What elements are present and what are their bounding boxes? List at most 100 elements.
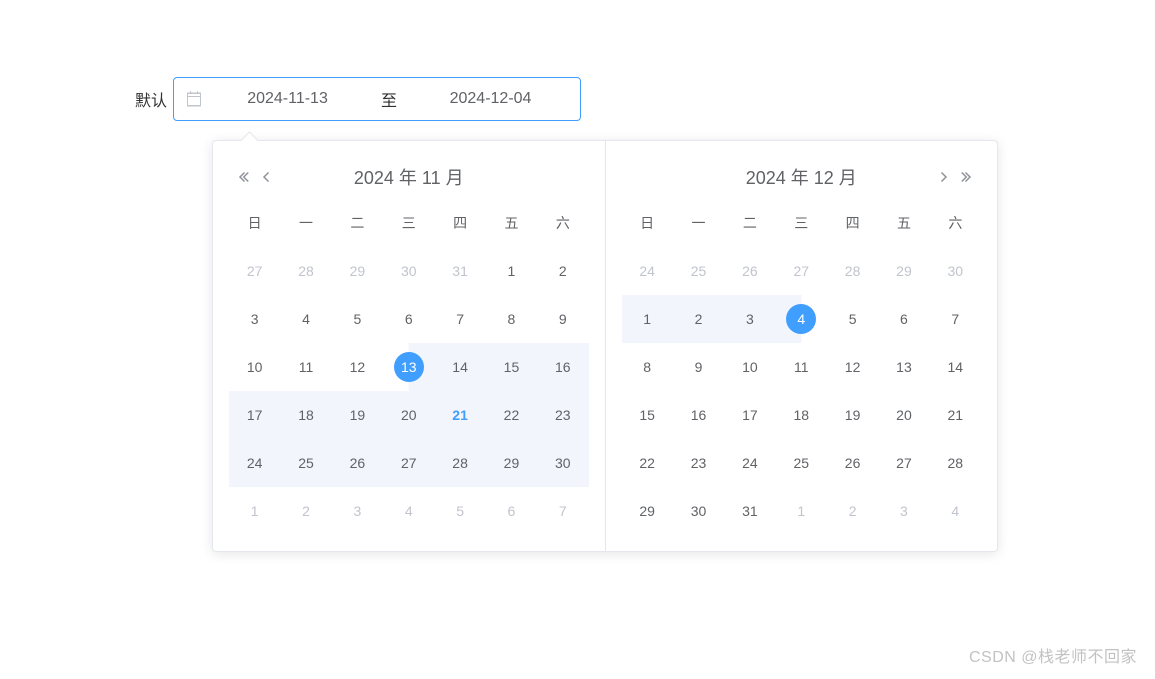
day-number: 12 [838,352,868,382]
day-cell[interactable]: 8 [486,295,537,343]
day-cell[interactable]: 20 [383,391,434,439]
day-cell[interactable]: 29 [486,439,537,487]
day-cell[interactable]: 3 [332,487,383,535]
day-cell[interactable]: 27 [878,439,929,487]
day-cell[interactable]: 19 [827,391,878,439]
day-cell[interactable]: 24 [724,439,775,487]
start-date-input[interactable] [210,90,365,108]
day-cell[interactable]: 5 [827,295,878,343]
day-cell[interactable]: 12 [332,343,383,391]
day-cell[interactable]: 26 [827,439,878,487]
day-cell[interactable]: 29 [622,487,673,535]
day-cell[interactable]: 2 [673,295,724,343]
day-cell[interactable]: 23 [673,439,724,487]
day-cell[interactable]: 31 [724,487,775,535]
day-number: 26 [838,448,868,478]
day-cell[interactable]: 4 [383,487,434,535]
day-cell[interactable]: 17 [229,391,280,439]
day-cell[interactable]: 18 [280,391,331,439]
day-cell[interactable]: 20 [878,391,929,439]
day-cell[interactable]: 3 [229,295,280,343]
day-cell[interactable]: 4 [280,295,331,343]
day-cell[interactable]: 21 [434,391,485,439]
day-cell[interactable]: 4 [776,295,827,343]
day-number: 10 [735,352,765,382]
next-month-button[interactable] [933,167,953,187]
day-cell[interactable]: 22 [486,391,537,439]
day-cell[interactable]: 28 [930,439,981,487]
day-cell[interactable]: 28 [280,247,331,295]
day-cell[interactable]: 21 [930,391,981,439]
day-cell[interactable]: 7 [434,295,485,343]
day-cell[interactable]: 31 [434,247,485,295]
day-cell[interactable]: 19 [332,391,383,439]
day-cell[interactable]: 14 [434,343,485,391]
day-cell[interactable]: 28 [434,439,485,487]
day-cell[interactable]: 13 [383,343,434,391]
day-cell[interactable]: 29 [878,247,929,295]
day-cell[interactable]: 9 [537,295,588,343]
day-cell[interactable]: 28 [827,247,878,295]
day-cell[interactable]: 3 [724,295,775,343]
day-cell[interactable]: 1 [486,247,537,295]
end-date-input[interactable] [413,90,568,108]
day-cell[interactable]: 18 [776,391,827,439]
date-range-input[interactable]: 至 [173,77,581,121]
day-cell[interactable]: 30 [673,487,724,535]
day-cell[interactable]: 16 [537,343,588,391]
day-cell[interactable]: 17 [724,391,775,439]
day-cell[interactable]: 16 [673,391,724,439]
day-cell[interactable]: 3 [878,487,929,535]
day-cell[interactable]: 2 [827,487,878,535]
next-year-button[interactable] [957,167,977,187]
day-cell[interactable]: 6 [383,295,434,343]
day-cell[interactable]: 26 [332,439,383,487]
day-cell[interactable]: 14 [930,343,981,391]
day-cell[interactable]: 1 [776,487,827,535]
day-cell[interactable]: 27 [229,247,280,295]
day-number: 20 [394,400,424,430]
day-cell[interactable]: 4 [930,487,981,535]
day-cell[interactable]: 1 [622,295,673,343]
date-range-field: 默认 至 [135,77,581,121]
day-cell[interactable]: 13 [878,343,929,391]
day-cell[interactable]: 22 [622,439,673,487]
weekday-label: 一 [280,205,331,241]
day-cell[interactable]: 25 [280,439,331,487]
day-cell[interactable]: 5 [332,295,383,343]
day-cell[interactable]: 2 [280,487,331,535]
day-cell[interactable]: 26 [724,247,775,295]
day-number: 1 [496,256,526,286]
day-cell[interactable]: 6 [486,487,537,535]
day-cell[interactable]: 27 [383,439,434,487]
day-cell[interactable]: 23 [537,391,588,439]
day-cell[interactable]: 27 [776,247,827,295]
prev-month-button[interactable] [257,167,277,187]
day-cell[interactable]: 6 [878,295,929,343]
day-cell[interactable]: 29 [332,247,383,295]
day-cell[interactable]: 15 [622,391,673,439]
day-cell[interactable]: 8 [622,343,673,391]
day-cell[interactable]: 30 [383,247,434,295]
day-cell[interactable]: 10 [724,343,775,391]
day-cell[interactable]: 5 [434,487,485,535]
day-cell[interactable]: 15 [486,343,537,391]
day-cell[interactable]: 12 [827,343,878,391]
day-cell[interactable]: 25 [673,247,724,295]
day-cell[interactable]: 7 [537,487,588,535]
day-cell[interactable]: 25 [776,439,827,487]
day-cell[interactable]: 9 [673,343,724,391]
day-number: 28 [940,448,970,478]
day-cell[interactable]: 1 [229,487,280,535]
day-cell[interactable]: 7 [930,295,981,343]
day-cell[interactable]: 2 [537,247,588,295]
day-cell[interactable]: 11 [776,343,827,391]
prev-year-button[interactable] [233,167,253,187]
day-cell[interactable]: 11 [280,343,331,391]
day-cell[interactable]: 10 [229,343,280,391]
day-number: 7 [548,496,578,526]
day-cell[interactable]: 24 [229,439,280,487]
day-cell[interactable]: 24 [622,247,673,295]
day-cell[interactable]: 30 [537,439,588,487]
day-cell[interactable]: 30 [930,247,981,295]
